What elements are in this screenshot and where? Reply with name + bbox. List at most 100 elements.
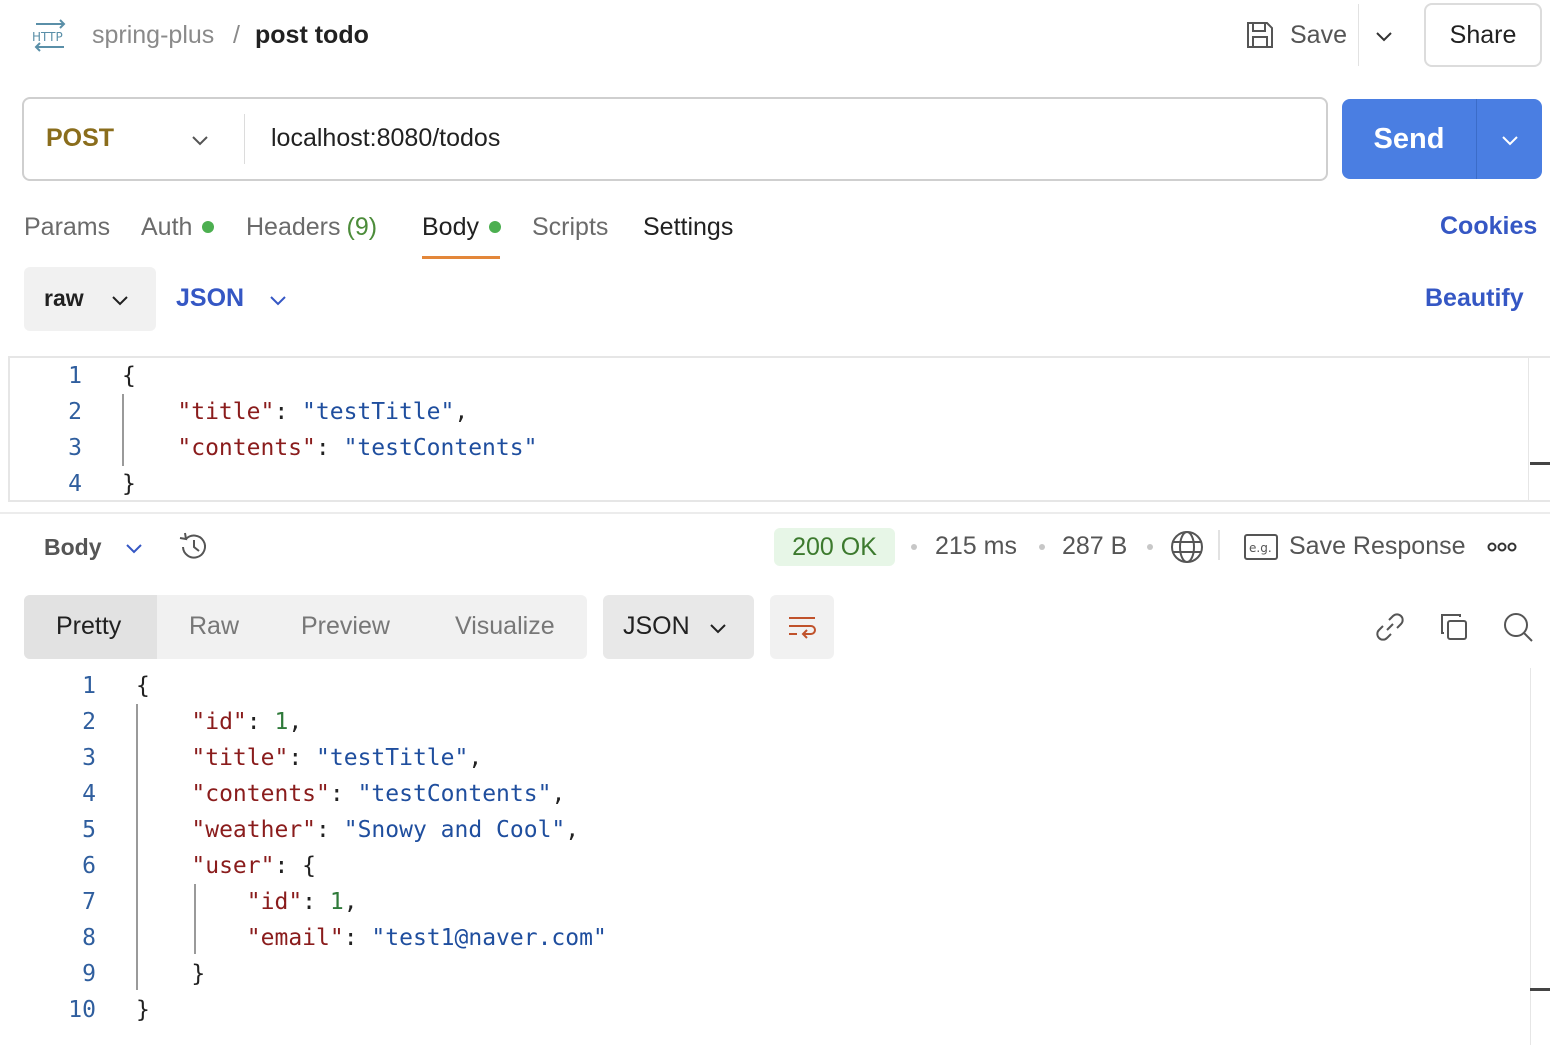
code-line: }: [136, 956, 607, 992]
code-token: 1: [274, 709, 289, 735]
tab-label: Params: [24, 213, 111, 241]
tab-label: Scripts: [532, 213, 609, 241]
line-number: 1: [68, 363, 82, 389]
code-token: :: [302, 889, 330, 915]
code-token: :: [288, 745, 317, 771]
pane-divider[interactable]: [0, 512, 1550, 514]
view-tab-preview[interactable]: Preview: [301, 612, 390, 641]
cookies-link[interactable]: Cookies: [1440, 212, 1537, 241]
line-number: 2: [68, 399, 82, 425]
code-token: "contents": [177, 435, 316, 461]
method-select[interactable]: POST: [46, 124, 114, 153]
tab-body[interactable]: Body: [422, 212, 501, 242]
code-token: :: [329, 781, 358, 807]
save-button[interactable]: Save: [1244, 12, 1347, 58]
code-token: }: [122, 471, 136, 497]
breadcrumb-collection[interactable]: spring-plus: [92, 20, 214, 50]
beautify-link[interactable]: Beautify: [1425, 284, 1524, 313]
line-number: 10: [68, 997, 96, 1023]
line-number: 9: [82, 961, 96, 987]
body-language-select[interactable]: JSON: [176, 284, 244, 313]
search-icon[interactable]: [1502, 611, 1534, 643]
code-token: "title": [191, 745, 289, 771]
line-numbers: 1 2 3 4 5 6 7 8 9 10: [50, 668, 96, 1028]
link-icon[interactable]: [1374, 611, 1406, 643]
request-name[interactable]: post todo: [255, 20, 369, 50]
line-number: 8: [82, 925, 96, 951]
code-token: :: [316, 817, 344, 843]
tab-scripts[interactable]: Scripts: [532, 212, 608, 242]
code-token: ,: [288, 709, 303, 735]
method-chevron-down-icon[interactable]: [188, 128, 212, 152]
tab-auth[interactable]: Auth: [141, 212, 215, 242]
code-line: }: [122, 466, 537, 502]
line-numbers: 1 2 3 4: [40, 358, 82, 502]
code-token: :: [343, 925, 372, 951]
save-label: Save: [1290, 20, 1347, 49]
status-badge[interactable]: 200 OK: [774, 528, 895, 566]
send-options-chevron-down-icon[interactable]: [1498, 128, 1522, 152]
view-tab-visualize[interactable]: Visualize: [455, 612, 555, 641]
status-dot: [488, 221, 501, 233]
wrap-lines-icon: [786, 611, 818, 643]
code-token: "Snowy and Cool": [343, 817, 566, 843]
response-body-code[interactable]: { "id": 1, "title": "testTitle", "conten…: [136, 668, 607, 1028]
chevron-down-icon: [108, 288, 132, 312]
chevron-down-icon: [706, 616, 730, 640]
send-button[interactable]: Send: [1342, 99, 1476, 179]
code-line: "id": 1,: [136, 704, 607, 740]
line-number: 7: [82, 889, 96, 915]
more-options-icon[interactable]: [1487, 540, 1517, 554]
scrollbar-thumb[interactable]: [1530, 462, 1550, 465]
globe-icon[interactable]: [1170, 530, 1204, 564]
tab-settings[interactable]: Settings: [643, 212, 733, 242]
history-icon[interactable]: [176, 530, 212, 564]
line-number: 3: [82, 745, 96, 771]
chevron-down-icon[interactable]: [266, 288, 290, 312]
response-time[interactable]: 215 ms: [935, 532, 1017, 561]
code-line: "weather": "Snowy and Cool",: [136, 812, 607, 848]
code-token: }: [136, 997, 150, 1023]
code-line: "contents": "testContents": [122, 430, 537, 466]
divider: [1218, 530, 1220, 560]
code-line: "title": "testTitle",: [136, 740, 607, 776]
copy-icon[interactable]: [1438, 611, 1470, 643]
url-input[interactable]: localhost:8080/todos: [271, 124, 500, 153]
code-token: :: [274, 399, 303, 425]
separator-dot: [1039, 544, 1045, 550]
example-icon[interactable]: e.g.: [1244, 534, 1278, 560]
line-number: 1: [82, 673, 96, 699]
active-tab-indicator: [422, 256, 500, 259]
line-number: 4: [68, 471, 82, 497]
code-line: }: [136, 992, 607, 1028]
code-token: ,: [454, 399, 469, 425]
breadcrumb-separator: /: [233, 21, 240, 49]
scrollbar-thumb[interactable]: [1530, 988, 1550, 991]
code-line: "id": 1,: [136, 884, 607, 920]
code-token: {: [122, 363, 136, 389]
chevron-down-icon[interactable]: [122, 536, 146, 560]
response-section-select[interactable]: Body: [44, 534, 102, 561]
code-token: ,: [343, 889, 358, 915]
code-token: "weather": [191, 817, 317, 843]
response-size[interactable]: 287 B: [1062, 532, 1127, 561]
code-token: "testTitle": [302, 399, 455, 425]
tab-label: Settings: [643, 213, 734, 241]
save-response-button[interactable]: Save Response: [1289, 532, 1466, 561]
view-tab-pretty[interactable]: Pretty: [56, 612, 121, 641]
code-token: :: [246, 709, 275, 735]
view-tab-raw[interactable]: Raw: [189, 612, 239, 641]
code-line: "email": "test1@naver.com": [136, 920, 607, 956]
request-body-code[interactable]: { "title": "testTitle", "contents": "tes…: [122, 358, 537, 502]
code-token: 1: [329, 889, 344, 915]
save-options-chevron-down-icon[interactable]: [1372, 24, 1396, 48]
code-token: "email": [246, 925, 344, 951]
response-format-label: JSON: [623, 612, 690, 640]
code-token: ,: [468, 745, 483, 771]
tab-params[interactable]: Params: [24, 212, 110, 242]
code-token: "id": [246, 889, 303, 915]
divider: [1476, 99, 1477, 179]
share-button[interactable]: Share: [1424, 3, 1542, 67]
scrollbar-track[interactable]: [1528, 358, 1529, 500]
tab-headers[interactable]: Headers (9): [246, 212, 377, 242]
